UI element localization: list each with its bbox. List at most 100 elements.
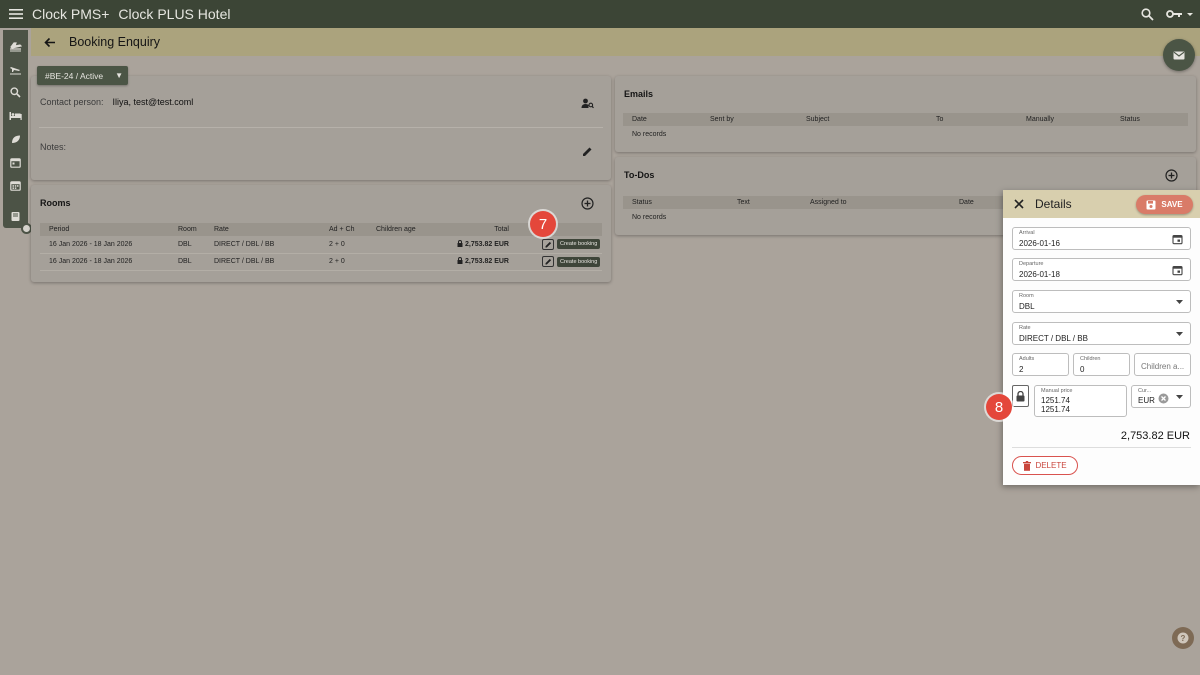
column-header: Sent by <box>701 113 797 126</box>
close-icon[interactable] <box>1003 190 1035 218</box>
column-header: To <box>927 113 1017 126</box>
table-row[interactable]: 16 Jan 2026 - 18 Jan 2026 DBL DIRECT / D… <box>40 253 602 271</box>
column-header: Period <box>40 223 169 236</box>
children-age-placeholder: Children a... <box>1141 362 1185 371</box>
room-select[interactable]: Room DBL <box>1012 290 1191 313</box>
emails-title: Emails <box>624 89 654 99</box>
lock-icon <box>457 239 463 249</box>
find-contact-icon[interactable] <box>579 95 595 111</box>
empty-state: No records <box>632 131 667 138</box>
currency-select[interactable]: Cur... EUR <box>1131 385 1191 408</box>
hotel-name[interactable]: Clock PLUS Hotel <box>118 6 230 22</box>
guests-cell: 2 + 0 <box>320 253 367 271</box>
delete-label: DELETE <box>1035 461 1067 470</box>
calendar-icon[interactable] <box>3 151 28 174</box>
create-booking-button[interactable]: Create booking <box>557 256 601 267</box>
adults-value: 2 <box>1019 365 1024 374</box>
search-icon[interactable] <box>3 81 28 104</box>
rate-label: Rate <box>1019 325 1031 331</box>
column-header: Assigned to <box>801 196 950 209</box>
edit-room-icon[interactable] <box>542 256 554 267</box>
departure-value: 2026-01-18 <box>1019 270 1060 279</box>
period-cell: 16 Jan 2026 - 18 Jan 2026 <box>40 236 169 254</box>
children-label: Children <box>1080 356 1101 362</box>
rate-cell: DIRECT / DBL / BB <box>205 236 320 254</box>
manual-price-label: Manual price <box>1041 388 1073 394</box>
total-cell: 2,753.82 EUR <box>427 236 509 254</box>
emails-table: Date Sent by Subject To Manually Status … <box>623 113 1188 143</box>
table-header-row: Date Sent by Subject To Manually Status <box>623 113 1188 126</box>
trash-icon <box>1023 460 1032 471</box>
svg-text:?: ? <box>1181 634 1186 643</box>
children-field[interactable]: Children 0 <box>1073 353 1130 376</box>
dropdown-arrow-icon <box>1176 299 1183 304</box>
save-button[interactable]: SAVE <box>1136 195 1193 214</box>
departures-icon[interactable] <box>3 58 28 81</box>
contact-card: Contact person: Iliya, test@test.coml No… <box>31 76 611 180</box>
step-badge-7: 7 <box>530 211 556 237</box>
column-header: Manually <box>1017 113 1111 126</box>
rooms-table: Period Room Rate Ad + Ch Children age To… <box>40 223 602 271</box>
create-booking-button[interactable]: Create booking <box>557 239 601 250</box>
children-age-cell <box>367 236 427 254</box>
arrivals-icon[interactable] <box>3 35 28 58</box>
column-header: Subject <box>797 113 927 126</box>
room-cell: DBL <box>169 236 205 254</box>
total-cell: 2,753.82 EUR <box>427 253 509 271</box>
status-label: #BE-24 / Active <box>45 70 104 81</box>
departure-label: Departure <box>1019 261 1044 267</box>
help-icon[interactable]: ? <box>1172 627 1194 649</box>
status-dropdown-button[interactable]: #BE-24 / Active ▼ <box>37 66 128 85</box>
actions-cell: Create booking <box>509 253 602 271</box>
contact-person-value: Iliya, test@test.coml <box>112 97 194 107</box>
departure-field[interactable]: Departure 2026-01-18 <box>1012 258 1191 281</box>
add-todo-icon[interactable] <box>1163 167 1179 183</box>
leaf-icon[interactable] <box>3 128 28 151</box>
hamburger-menu-icon[interactable] <box>0 0 32 28</box>
children-value: 0 <box>1080 365 1085 374</box>
notes-label: Notes: <box>40 142 67 152</box>
dropdown-arrow-icon <box>1176 394 1183 399</box>
column-header: Date <box>623 113 701 126</box>
calendar-grid-icon[interactable] <box>3 174 28 197</box>
key-menu-icon[interactable] <box>1160 0 1200 28</box>
search-icon[interactable] <box>1134 0 1160 28</box>
calendar-icon[interactable] <box>1172 233 1183 244</box>
details-title: Details <box>1035 197 1072 211</box>
manual-price-value-2: 1251.74 <box>1041 405 1070 414</box>
edit-room-icon[interactable] <box>542 238 554 250</box>
rate-value: DIRECT / DBL / BB <box>1019 334 1088 343</box>
adults-field[interactable]: Adults 2 <box>1012 353 1069 376</box>
add-room-icon[interactable] <box>579 195 595 211</box>
guests-cell: 2 + 0 <box>320 236 367 254</box>
column-header: Status <box>623 196 728 209</box>
back-arrow-icon[interactable] <box>33 28 67 56</box>
todos-title: To-Dos <box>624 170 655 180</box>
column-header: Rate <box>205 223 320 236</box>
calendar-icon[interactable] <box>1172 264 1183 275</box>
column-header: Ad + Ch <box>320 223 367 236</box>
room-cell: DBL <box>169 253 205 271</box>
children-age-field[interactable]: Children a... <box>1134 353 1191 376</box>
currency-value: EUR <box>1138 396 1155 405</box>
divider <box>1012 447 1191 448</box>
period-cell: 16 Jan 2026 - 18 Jan 2026 <box>40 253 169 271</box>
price-lock-toggle[interactable] <box>1012 385 1029 407</box>
delete-button[interactable]: DELETE <box>1012 456 1078 475</box>
emails-card: Emails Date Sent by Subject To Manually … <box>615 76 1196 152</box>
email-fab-button[interactable] <box>1163 39 1195 71</box>
bed-icon[interactable] <box>3 104 28 127</box>
top-bar: Clock PMS+ Clock PLUS Hotel <box>0 0 1200 28</box>
arrival-field[interactable]: Arrival 2026-01-16 <box>1012 227 1191 250</box>
edit-notes-icon[interactable] <box>579 143 595 159</box>
manual-price-field[interactable]: Manual price 1251.74 1251.74 <box>1034 385 1127 417</box>
contact-person-label: Contact person: <box>40 97 104 107</box>
rate-select[interactable]: Rate DIRECT / DBL / BB <box>1012 322 1191 345</box>
table-row[interactable]: 16 Jan 2026 - 18 Jan 2026 DBL DIRECT / D… <box>40 236 602 254</box>
divider <box>39 127 603 128</box>
lock-icon <box>457 257 463 266</box>
column-header: Total <box>427 223 509 236</box>
left-sidebar <box>3 30 28 228</box>
column-header: Room <box>169 223 205 236</box>
clear-circle-icon[interactable] <box>1158 391 1169 409</box>
